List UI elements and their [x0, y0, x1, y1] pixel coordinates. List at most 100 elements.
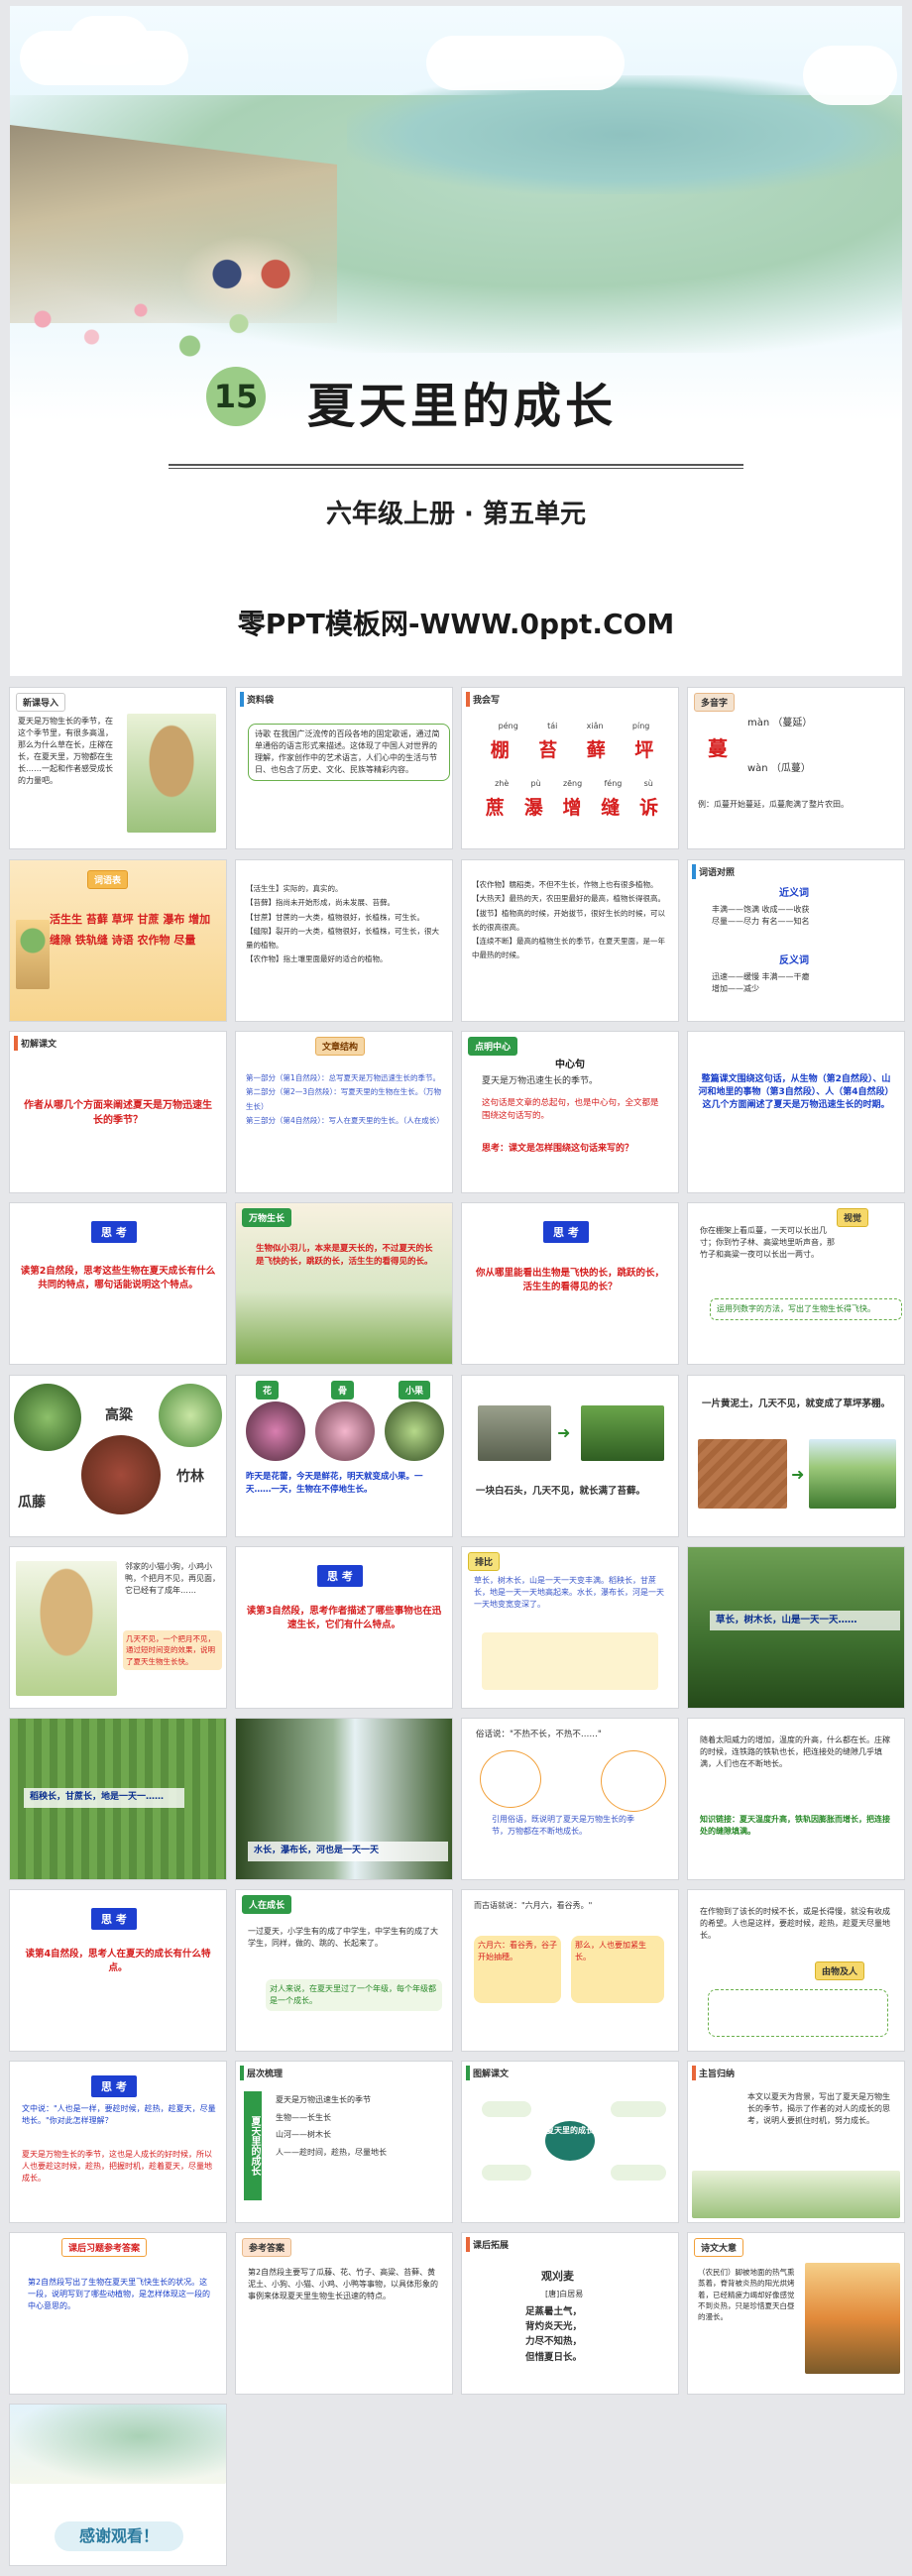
- slide-thumbnail-21[interactable]: 一片黄泥土，几天不见，就变成了草坪茅棚。 ➜: [688, 1376, 904, 1536]
- slide-thumbnail-19[interactable]: 花 骨 小果 昨天是花蕾，今天是鲜花，明天就变成小果。一天……一天，生物在不停地…: [236, 1376, 452, 1536]
- slide-thumbnail-23[interactable]: 思 考 读第3自然段，思考作者描述了哪些事物也在迅速生长，它们有什么特点。: [236, 1547, 452, 1708]
- question-text: 文中说："人也是一样，要趁时候，趁热，趁夏天，尽量地长。"你对此怎样理解？: [22, 2104, 216, 2125]
- center-sentence: 夏天是万物迅速生长的季节。: [482, 1076, 599, 1086]
- stage-text: 昨天是花蕾，今天是鲜花，明天就变成小果。一天……一天，生物在不停地生长。: [246, 1472, 423, 1495]
- pinyin: zhè: [495, 779, 510, 788]
- slide-thumbnail-16[interactable]: 思 考 你从哪里能看出生物是飞快的长，跳跃的长，活生生的看得见的长？: [462, 1203, 678, 1364]
- think-button[interactable]: 思 考: [91, 2075, 137, 2097]
- slide-thumbnail-37[interactable]: 主旨归纳 本文以夏天为背景，写出了夏天是万物生长的季节，揭示了作者的对人的成长的…: [688, 2062, 904, 2222]
- sorghum-image: [81, 1435, 161, 1514]
- center-label: 中心句: [555, 1060, 585, 1070]
- synonym-list: 丰满——饱满 收成——收获 尽量——尽力 有名——知名: [712, 905, 810, 926]
- lesson-title: 夏天里的成长: [307, 379, 618, 434]
- pinyin: zēng: [562, 779, 583, 788]
- slide-tag: 多音字: [694, 693, 736, 712]
- village-image: [692, 2171, 900, 2218]
- reading-2: wàn （瓜蔓）: [747, 763, 811, 774]
- think-button[interactable]: 思 考: [91, 1221, 137, 1243]
- think-button[interactable]: 思 考: [543, 1221, 589, 1243]
- slide-thumbnail-41[interactable]: 诗文大意 （农民们）脚被地面的热气熏蒸着，脊背被炎热的阳光烘烤着，已经精疲力竭却…: [688, 2233, 904, 2394]
- mindmap-node: [482, 2165, 531, 2181]
- passage-text: 邻家的小猫小狗，小鸡小鸭，个把月不见，再见面，它已经有了成年……: [125, 1562, 220, 1595]
- slide-thumbnail-30[interactable]: 思 考 读第4自然段，思考人在夏天的成长有什么特点。: [10, 1890, 226, 2051]
- stage-label-bud: 花: [256, 1381, 280, 1400]
- slide-thumbnail-20[interactable]: ➜ 一块白石头，几天不见，就长满了苔藓。: [462, 1376, 678, 1536]
- lesson-subtitle: 六年级上册 · 第五单元: [326, 500, 586, 529]
- slide-thumbnail-42[interactable]: 感谢观看！: [10, 2405, 226, 2565]
- structure-root: 夏天里的成长: [244, 2091, 262, 2200]
- slide-thumbnail-32[interactable]: 而古语就说："六月六，看谷秀。" 六月六：看谷秀，谷子开始抽穗。 那么，人也要加…: [462, 1890, 678, 2051]
- grassland-image: [809, 1439, 896, 1509]
- center-note: 这句话是文章的总起句，也是中心句，全文都是围绕这句话写的。: [482, 1098, 659, 1121]
- thanks-banner: 感谢观看！: [55, 2521, 183, 2551]
- fruit-image: [385, 1401, 444, 1461]
- slide-thumbnail-39[interactable]: 参考答案 第2自然段主要写了瓜藤、花、竹子、高粱、苔藓、黄泥土、小狗、小猫、小鸡…: [236, 2233, 452, 2394]
- hanzi: 增: [562, 797, 582, 819]
- slide-thumbnail-8[interactable]: 【农作物】糯稻类，不但不生长，作物上也有很多植物。 【大热天】最热的天，农田里最…: [462, 860, 678, 1021]
- slide-thumbnail-38[interactable]: 课后习题参考答案 第2自然段写出了生物在夏天里飞快生长的状况。这一段，说明写到了…: [10, 2233, 226, 2394]
- bud-image: [246, 1401, 305, 1461]
- think-button[interactable]: 思 考: [91, 1908, 137, 1930]
- slide-thumbnail-3[interactable]: 资料袋 诗歌 在我国广泛流传的百段各地的固定歌谣，通过简单通俗的语言形式来描述。…: [236, 688, 452, 848]
- slide-thumbnail-35[interactable]: 层次梳理 夏天里的成长 夏天是万物迅速生长的季节 生物——长生长 山河——树木长…: [236, 2062, 452, 2222]
- slide-thumbnail-11[interactable]: 文章结构 第一部分（第1自然段）：总写夏天是万物迅速生长的季节。 第二部分（第2…: [236, 1032, 452, 1192]
- antonym-list: 迅速——缓慢 丰满——干瘪 增加——减少: [712, 972, 810, 993]
- slide-thumbnail-25[interactable]: 草长，树木长，山是一天一天……: [688, 1547, 904, 1708]
- melon-vine-image: [14, 1384, 81, 1451]
- exercise-text: 第2自然段写出了生物在夏天里飞快生长的状况。这一段，说明写到了哪些动植物，是怎样…: [28, 2278, 210, 2310]
- pinyin: xiǎn: [586, 722, 604, 730]
- slide-text: 夏天是万物生长的季节，在这个季节里，有很多高温，那么为什么草在长，庄稼在长，在夏…: [18, 717, 113, 785]
- think-button[interactable]: 思 考: [317, 1565, 363, 1587]
- slide-thumbnail-29[interactable]: 随着太阳威力的增加，温度的升高，什么都在长。庄稼的时候，连铁路的铁轨也长，把连接…: [688, 1719, 904, 1879]
- slide-thumbnail-9[interactable]: 词语对照 近义词 丰满——饱满 收成——收获 尽量——尽力 有名——知名 反义词…: [688, 860, 904, 1021]
- antonym-heading: 反义词: [779, 955, 809, 966]
- slide-thumbnail-14[interactable]: 思 考 读第2自然段，思考这些生物在夏天成长有什么共同的特点，哪句话能说明这个特…: [10, 1203, 226, 1364]
- structure-lines: 第一部分（第1自然段）：总写夏天是万物迅速生长的季节。 第二部分（第2—3自然段…: [246, 1073, 444, 1125]
- hanzi: 蔗: [485, 797, 505, 819]
- example-sentence: 例：瓜蔓开始蔓延，瓜蔓爬满了整片农田。: [698, 800, 849, 809]
- slide-thumbnail-17[interactable]: 视觉 你在棚架上看瓜蔓，一天可以长出几寸；你到竹子林、高粱地里听声音，那竹子和高…: [688, 1203, 904, 1364]
- slide-thumbnail-36[interactable]: 图解课文 夏天里的成长: [462, 2062, 678, 2222]
- slide-thumbnail-5[interactable]: 多音字 蔓 màn （蔓延） wàn （瓜蔓） 例：瓜蔓开始蔓延，瓜蔓爬满了整片…: [688, 688, 904, 848]
- pinyin: sù: [643, 779, 653, 788]
- word-definitions: 【农作物】糯稻类，不但不生长，作物上也有很多植物。 【大热天】最热的天，农田里最…: [472, 880, 665, 960]
- slide-thumbnail-34[interactable]: 思 考 文中说："人也是一样，要趁时候，趁热，趁夏天，尽量地长。"你对此怎样理解…: [10, 2062, 226, 2222]
- arrow-right-icon: ➜: [791, 1465, 805, 1484]
- slide-thumbnail-22[interactable]: 邻家的小猫小狗，小鸡小鸭，个把月不见，再见面，它已经有了成年…… 几天不见，一个…: [10, 1547, 226, 1708]
- slide-thumbnail-6[interactable]: 词语表 活生生 苔藓 草坪 甘蔗 瀑布 增加 缝隙 铁轨缝 诗语 农作物 尽量: [10, 860, 226, 1021]
- cover-slide[interactable]: 15 夏天里的成长 六年级上册 · 第五单元 零PPT模板网-WWW.0ppt.…: [10, 6, 902, 676]
- slide-thumbnail-4[interactable]: 我会写 péng tái xiǎn píng 棚 苔 藓 坪 zhè pù zē…: [462, 688, 678, 848]
- slide-tag: 图解课文: [466, 2066, 514, 2080]
- word-definitions: 【活生生】实际的，真实的。 【苔藓】指尚未开始形成，尚未发展、苔藓。 【甘蔗】甘…: [246, 884, 439, 964]
- slide-thumbnail-18[interactable]: 瓜藤 高粱 竹林: [10, 1376, 226, 1536]
- slide-thumbnail-7[interactable]: 【活生生】实际的，真实的。 【苔藓】指尚未开始形成，尚未发展、苔藓。 【甘蔗】甘…: [236, 860, 452, 1021]
- slide-thumbnail-24[interactable]: 排比 草长，树木长，山是一天一天变丰满。稻秧长，甘蔗长，地是一天一天地高起来。水…: [462, 1547, 678, 1708]
- method-note: 对人来说，在夏天里过了一个年级，每个年级都是一个成长。: [266, 1979, 442, 2011]
- poem-title: 观刈麦: [541, 2270, 574, 2283]
- slide-thumbnail-12[interactable]: 点明中心 中心句 夏天是万物迅速生长的季节。 这句话是文章的总起句，也是中心句，…: [462, 1032, 678, 1192]
- slide-thumbnail-13[interactable]: 整篇课文围绕这句话，从生物（第2自然段）、山河和地里的事物（第3自然段）、人（第…: [688, 1032, 904, 1192]
- slide-thumbnail-27[interactable]: 水长，瀑布长，河也是一天一天: [236, 1719, 452, 1879]
- poem-author: [唐]白居易: [545, 2290, 584, 2298]
- slide-thumbnail-15[interactable]: 万物生长 生物似小羽儿，本来是夏天长的，不过夏天的长是飞快的长，跳跃的长，活生生…: [236, 1203, 452, 1364]
- mindmap-node: [611, 2165, 666, 2181]
- slide-thumbnail-10[interactable]: 初解课文 作者从哪几个方面来阐述夏天是万物迅速生长的季节？: [10, 1032, 226, 1192]
- slide-tag: 初解课文: [14, 1036, 62, 1051]
- mud-image: [698, 1439, 787, 1509]
- flower-image: [315, 1401, 375, 1461]
- pinyin: pù: [530, 779, 541, 788]
- poem-meaning: （农民们）脚被地面的热气熏蒸着，脊背被炎热的阳光烘烤着，已经精疲力竭却好像感觉不…: [698, 2268, 795, 2321]
- slide-thumbnail-40[interactable]: 课后拓展 观刈麦 [唐]白居易 足蒸暑土气， 背灼炎天光， 力尽不知热， 但惜夏…: [462, 2233, 678, 2394]
- slide-thumbnail-31[interactable]: 人在成长 一过夏天，小学生有的成了中学生，中学生有的成了大学生，同样，做的、跳的…: [236, 1890, 452, 2051]
- label-sorghum: 高粱: [105, 1407, 133, 1423]
- slide-tag: 资料袋: [240, 692, 280, 707]
- slide-thumbnail-26[interactable]: 稻秧长，甘蔗长，地是一天一……: [10, 1719, 226, 1879]
- slide-tag: 我会写: [466, 692, 506, 707]
- slide-thumbnail-2[interactable]: 新课导入 夏天是万物生长的季节，在这个季节里，有很多高温，那么为什么草在长，庄稼…: [10, 688, 226, 848]
- slide-tag: 排比: [468, 1552, 501, 1571]
- stone-image: [478, 1405, 551, 1461]
- slide-thumbnail-28[interactable]: 俗话说："不热不长，不热不……" 引用俗语，既说明了夏天是万物生长的季节，万物都…: [462, 1719, 678, 1879]
- caption-text: 稻秧长，甘蔗长，地是一天一……: [24, 1788, 184, 1808]
- slide-thumbnail-33[interactable]: 在作物到了该长的时候不长，或是长得慢，就没有收成的希望。人也是这样，要趁时候，趁…: [688, 1890, 904, 2051]
- label-bamboo: 竹林: [176, 1469, 204, 1485]
